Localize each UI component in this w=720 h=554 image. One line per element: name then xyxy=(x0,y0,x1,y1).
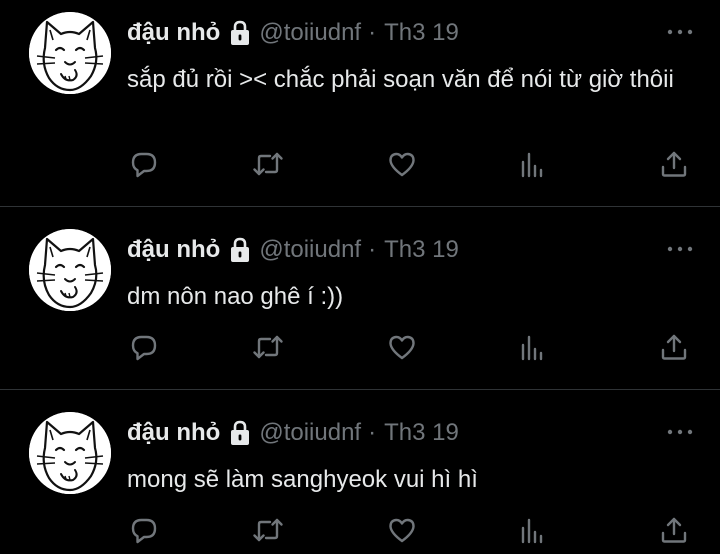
username[interactable]: @toiiudnf xyxy=(259,419,361,447)
timestamp[interactable]: Th3 19 xyxy=(384,236,459,264)
share-button[interactable] xyxy=(656,512,692,548)
avatar[interactable] xyxy=(29,412,111,494)
tweet[interactable]: đậu nhỏ @toiiudnf · Th3 19 mong sẽ làm s… xyxy=(0,390,720,554)
tweet[interactable]: đậu nhỏ @toiiudnf · Th3 19 dm nôn nao gh… xyxy=(0,207,720,389)
timestamp[interactable]: Th3 19 xyxy=(384,419,459,447)
tweet-header: đậu nhỏ @toiiudnf · Th3 19 xyxy=(127,15,459,51)
display-name[interactable]: đậu nhỏ xyxy=(127,19,220,47)
views-icon xyxy=(518,150,546,178)
more-icon[interactable] xyxy=(665,243,695,255)
more-icon[interactable] xyxy=(665,26,695,38)
views-icon xyxy=(518,516,546,544)
tweet-header: đậu nhỏ @toiiudnf · Th3 19 xyxy=(127,232,459,268)
cat-avatar-icon xyxy=(29,412,111,494)
views-button[interactable] xyxy=(514,512,550,548)
reply-icon xyxy=(130,150,158,178)
reply-button[interactable] xyxy=(126,146,162,182)
tweet-actions xyxy=(0,329,720,365)
separator: · xyxy=(368,419,377,446)
lock-icon xyxy=(229,237,251,263)
avatar[interactable] xyxy=(29,229,111,311)
views-button[interactable] xyxy=(514,329,550,365)
views-icon xyxy=(518,333,546,361)
more-icon[interactable] xyxy=(665,426,695,438)
reply-icon xyxy=(130,333,158,361)
reply-icon xyxy=(130,516,158,544)
tweet-text: dm nôn nao ghê í :)) xyxy=(127,283,344,310)
share-button[interactable] xyxy=(656,146,692,182)
avatar[interactable] xyxy=(29,12,111,94)
retweet-icon xyxy=(252,333,284,361)
retweet-icon xyxy=(252,516,284,544)
share-icon xyxy=(660,516,688,544)
tweet-actions xyxy=(0,146,720,182)
cat-avatar-icon xyxy=(29,229,111,311)
retweet-button[interactable] xyxy=(250,146,286,182)
share-icon xyxy=(660,150,688,178)
username[interactable]: @toiiudnf xyxy=(259,236,361,264)
share-button[interactable] xyxy=(656,329,692,365)
username[interactable]: @toiiudnf xyxy=(259,19,361,47)
like-button[interactable] xyxy=(384,329,420,365)
like-icon xyxy=(387,516,417,544)
views-button[interactable] xyxy=(514,146,550,182)
like-icon xyxy=(387,333,417,361)
tweet-text: sắp đủ rồi >< chắc phải soạn văn để nói … xyxy=(127,66,674,93)
lock-icon xyxy=(229,420,251,446)
like-button[interactable] xyxy=(384,146,420,182)
reply-button[interactable] xyxy=(126,512,162,548)
tweet[interactable]: đậu nhỏ @toiiudnf · Th3 19 sắp đủ rồi ><… xyxy=(0,0,720,206)
display-name[interactable]: đậu nhỏ xyxy=(127,236,220,264)
like-icon xyxy=(387,150,417,178)
separator: · xyxy=(368,19,377,46)
share-icon xyxy=(660,333,688,361)
retweet-button[interactable] xyxy=(250,329,286,365)
display-name[interactable]: đậu nhỏ xyxy=(127,419,220,447)
like-button[interactable] xyxy=(384,512,420,548)
separator: · xyxy=(368,236,377,263)
reply-button[interactable] xyxy=(126,329,162,365)
tweet-actions xyxy=(0,512,720,548)
tweet-text: mong sẽ làm sanghyeok vui hì hì xyxy=(127,466,478,493)
tweet-header: đậu nhỏ @toiiudnf · Th3 19 xyxy=(127,415,459,451)
timestamp[interactable]: Th3 19 xyxy=(384,19,459,47)
lock-icon xyxy=(229,20,251,46)
retweet-icon xyxy=(252,150,284,178)
cat-avatar-icon xyxy=(29,12,111,94)
retweet-button[interactable] xyxy=(250,512,286,548)
